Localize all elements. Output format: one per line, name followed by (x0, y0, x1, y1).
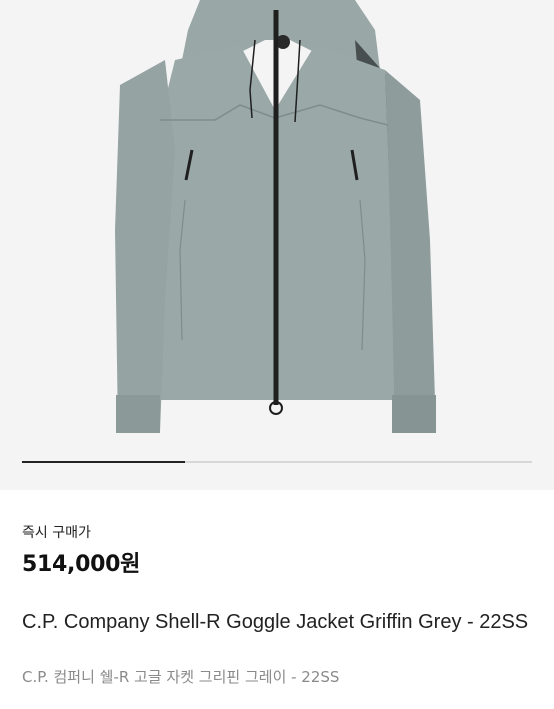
product-image[interactable] (0, 0, 554, 490)
product-title: C.P. Company Shell-R Goggle Jacket Griff… (22, 611, 529, 633)
price-value: 514,000원 (22, 552, 141, 577)
price-label: 즉시 구매가 (22, 525, 91, 541)
product-subtitle: C.P. 컴퍼니 쉘-R 고글 자켓 그리핀 그레이 - 22SS (22, 668, 340, 686)
image-carousel-progress (22, 461, 532, 463)
jacket-illustration (115, 0, 436, 433)
carousel-progress-fill (22, 461, 186, 463)
